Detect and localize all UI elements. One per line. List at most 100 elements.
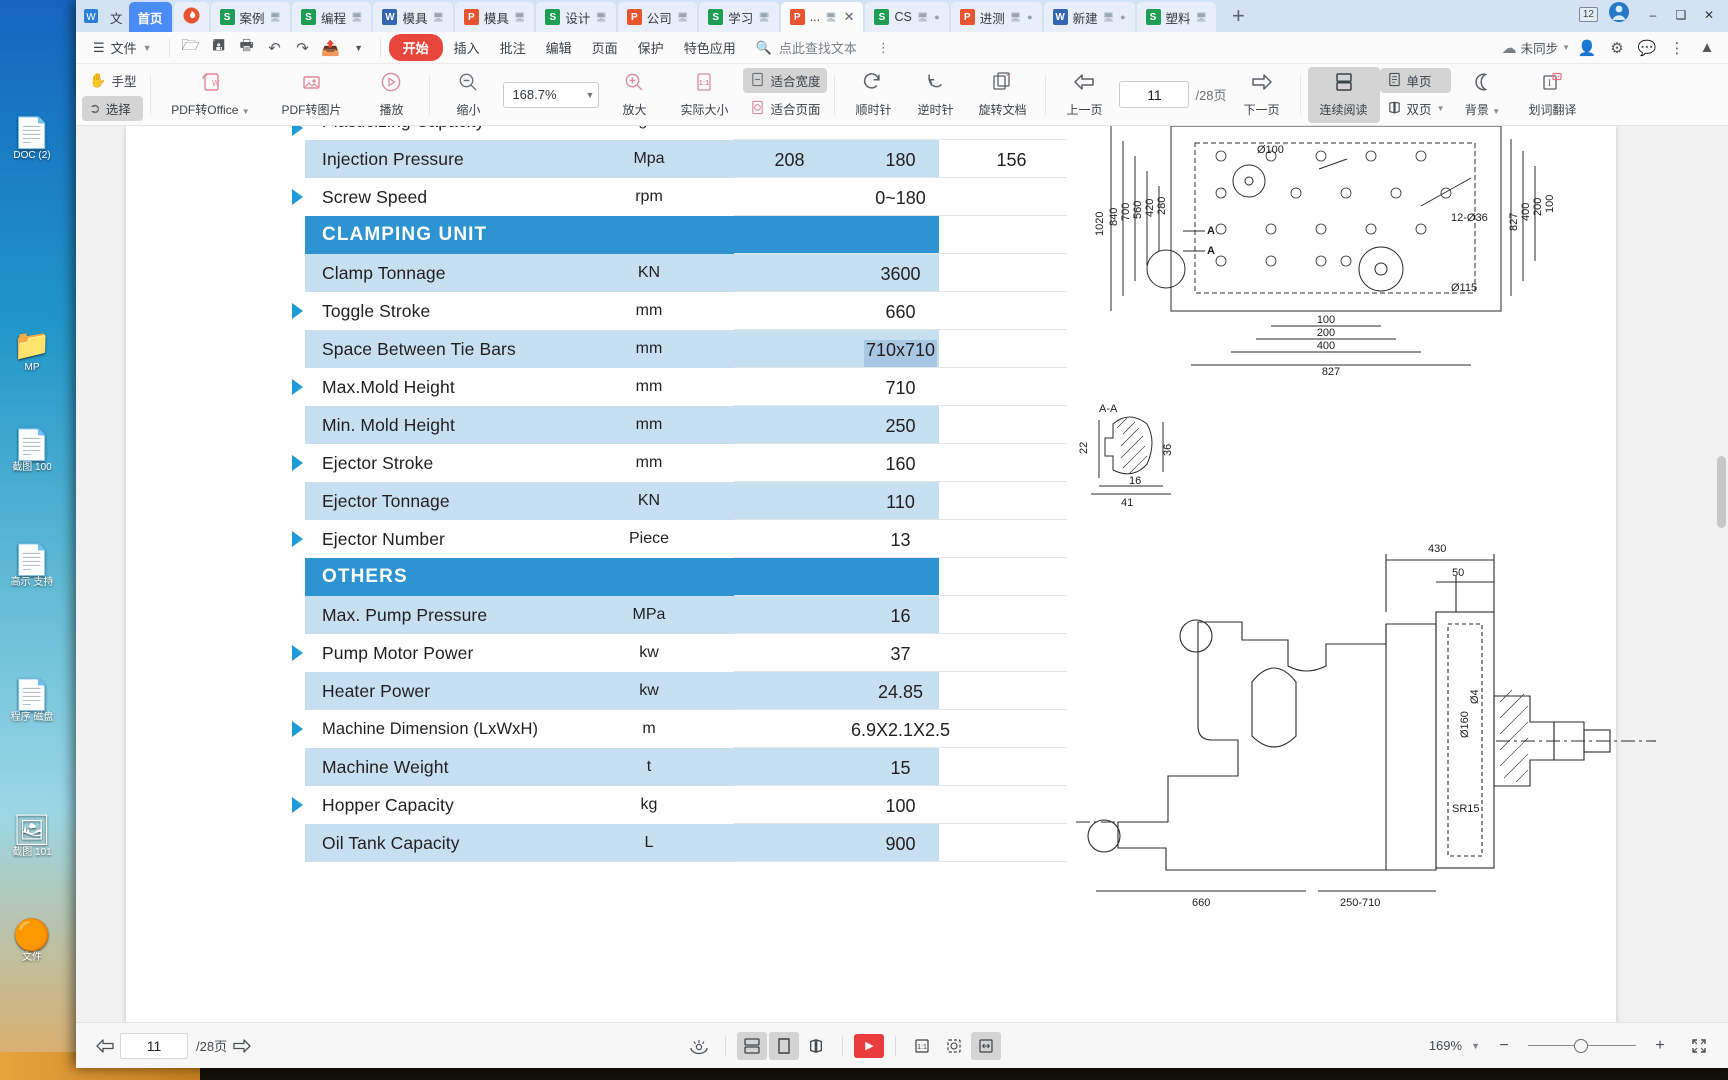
background-button[interactable]: 背景 ▼ bbox=[1451, 67, 1513, 123]
tab-edit[interactable]: 编辑 bbox=[537, 34, 581, 61]
rotate-cw-button[interactable]: 顺时针 bbox=[842, 67, 904, 123]
chevron-down-icon[interactable]: ▼ bbox=[346, 36, 372, 60]
gear-icon[interactable]: ⚙ bbox=[1604, 36, 1630, 60]
tab-count-badge[interactable]: 12 bbox=[1578, 7, 1598, 22]
continuous-view-icon[interactable] bbox=[737, 1031, 768, 1060]
open-folder-icon[interactable]: 🗁 bbox=[178, 36, 204, 60]
wps-logo-icon[interactable]: W bbox=[76, 0, 106, 32]
eye-protection-icon[interactable] bbox=[684, 1032, 714, 1060]
close-icon[interactable]: ✕ bbox=[844, 9, 855, 25]
sync-status-label[interactable]: 未同步 bbox=[1521, 38, 1559, 57]
double-page-icon[interactable] bbox=[801, 1032, 831, 1060]
pdf-icon: P bbox=[789, 9, 805, 25]
print-icon[interactable]: 🖶 bbox=[234, 36, 260, 60]
export-icon[interactable]: 📤 bbox=[318, 36, 344, 60]
desktop-icon[interactable]: 📄 程序 磁盘 bbox=[4, 680, 60, 724]
zoom-out-button[interactable]: − bbox=[1489, 1032, 1519, 1060]
tab-wps-label[interactable]: 文 bbox=[106, 2, 127, 32]
person-icon[interactable]: 👤 bbox=[1574, 36, 1600, 60]
rotate-ccw-button[interactable]: 逆时针 bbox=[904, 67, 966, 123]
desktop-icon[interactable]: 📄 截图 100 bbox=[4, 430, 60, 474]
desktop-icon[interactable]: 📁 MP bbox=[4, 330, 60, 374]
pdf-to-image-button[interactable]: PDF转图片 bbox=[262, 67, 360, 123]
maximize-button[interactable]: ❑ bbox=[1668, 4, 1694, 26]
desktop-icon[interactable]: 📄 DOC (2) bbox=[4, 118, 60, 162]
tab-featured-apps[interactable]: 特色应用 bbox=[675, 34, 745, 61]
tab-document-编程[interactable]: S 编程 🖥 bbox=[291, 2, 372, 32]
desktop-icon[interactable]: 🟠 文件 bbox=[4, 920, 60, 964]
tab-document-公司[interactable]: P 公司 🖥 bbox=[617, 2, 698, 32]
fit-page-icon[interactable] bbox=[939, 1032, 969, 1060]
fullscreen-icon[interactable] bbox=[1684, 1032, 1714, 1060]
tab-insert[interactable]: 插入 bbox=[445, 34, 489, 61]
tab-document-CS[interactable]: S CS 🖥 ● bbox=[865, 2, 949, 32]
tab-document-塑料[interactable]: S 塑料 🖥 bbox=[1136, 2, 1216, 32]
more-icon[interactable]: ⋮ bbox=[1664, 36, 1690, 60]
zoom-in-button[interactable]: + bbox=[1645, 1032, 1675, 1060]
desktop-icon[interactable]: 🖼 截图 101 bbox=[4, 815, 60, 859]
tab-document-active[interactable]: P ... 🖥 ✕ bbox=[780, 2, 864, 32]
document-viewport[interactable]: Plasticizing Capacity g/s Injection Pres… bbox=[76, 126, 1728, 1022]
search-input[interactable]: 🔍 点此查找文本 bbox=[747, 34, 866, 61]
next-page-button[interactable]: 下一页 bbox=[1231, 67, 1293, 123]
close-button[interactable]: ✕ bbox=[1696, 4, 1722, 26]
fit-width-icon[interactable] bbox=[971, 1031, 1002, 1060]
scrollbar-thumb[interactable] bbox=[1717, 456, 1726, 528]
document-tab-strip[interactable]: W 文 首页 S 案例 🖥 S 编程 🖥 W 模具 🖥 P 模具 🖥 S 设计 … bbox=[76, 0, 1728, 32]
redo-icon[interactable]: ↷ bbox=[290, 36, 316, 60]
page-number-input[interactable] bbox=[1119, 81, 1190, 108]
tab-pdf-flame[interactable] bbox=[173, 2, 209, 32]
tab-protect[interactable]: 保护 bbox=[629, 34, 673, 61]
tab-document-进测[interactable]: P 进测 🖥 ● bbox=[950, 2, 1042, 32]
zoom-level-select[interactable]: 168.7% ▼ bbox=[503, 81, 600, 108]
new-tab-button[interactable]: + bbox=[1218, 2, 1259, 32]
tab-page[interactable]: 页面 bbox=[583, 34, 627, 61]
zoom-in-button[interactable]: 放大 bbox=[603, 67, 665, 123]
continuous-read-button[interactable]: 连续阅读 bbox=[1307, 66, 1380, 123]
prev-page-button[interactable]: 上一页 bbox=[1053, 67, 1115, 123]
fit-page-button[interactable]: 适合页面 bbox=[743, 96, 827, 121]
zoom-out-button[interactable]: 缩小 bbox=[437, 67, 499, 123]
save-icon[interactable]: 🖪 bbox=[206, 36, 232, 60]
tab-home[interactable]: 首页 bbox=[128, 2, 172, 32]
play-button[interactable]: 播放 bbox=[360, 67, 422, 123]
hand-tool-button[interactable]: ✋ 手型 bbox=[82, 68, 143, 93]
tab-document-新建[interactable]: W 新建 🖥 ● bbox=[1043, 2, 1135, 32]
vertical-scrollbar[interactable] bbox=[1715, 126, 1728, 1022]
chevron-down-icon[interactable]: ▼ bbox=[1562, 43, 1570, 52]
tab-document-案例[interactable]: S 案例 🖥 bbox=[210, 2, 290, 32]
tab-document-设计[interactable]: S 设计 🖥 bbox=[536, 2, 616, 32]
file-menu-button[interactable]: ☰ 文件 ▼ bbox=[84, 34, 161, 61]
collapse-ribbon-icon[interactable]: ▲ bbox=[1694, 36, 1720, 60]
word-translate-button[interactable]: I 划词翻译 bbox=[1513, 67, 1591, 123]
actual-size-icon[interactable]: 1:1 bbox=[907, 1032, 937, 1060]
status-page-input[interactable] bbox=[120, 1032, 188, 1059]
single-page-button[interactable]: 单页 bbox=[1379, 68, 1452, 93]
tab-document-学习[interactable]: S 学习 🖥 bbox=[699, 2, 779, 32]
rotate-document-button[interactable]: 旋转文档 bbox=[966, 67, 1038, 123]
actual-size-button[interactable]: 1:1 实际大小 bbox=[665, 67, 743, 123]
fit-width-button[interactable]: 适合宽度 bbox=[743, 68, 828, 93]
feedback-icon[interactable]: 💬 bbox=[1634, 36, 1660, 60]
chevron-down-icon[interactable]: ▼ bbox=[1471, 1041, 1480, 1051]
avatar[interactable] bbox=[1608, 1, 1630, 28]
tab-document-模具-p[interactable]: P 模具 🖥 bbox=[454, 2, 535, 32]
minimize-button[interactable]: – bbox=[1640, 4, 1666, 26]
tab-document-模具-w[interactable]: W 模具 🖥 bbox=[373, 2, 453, 32]
prev-page-icon[interactable] bbox=[90, 1032, 120, 1060]
overflow-menu-icon[interactable]: ⋮ bbox=[868, 36, 899, 60]
zoom-slider[interactable] bbox=[1528, 1038, 1636, 1054]
next-page-icon[interactable] bbox=[227, 1032, 257, 1060]
slider-knob[interactable] bbox=[1574, 1038, 1588, 1053]
desktop-icon[interactable]: 📄 高示 支持 bbox=[4, 545, 60, 589]
tab-comment[interactable]: 批注 bbox=[491, 34, 535, 61]
selected-value-cell[interactable]: 710x710 bbox=[863, 340, 938, 367]
undo-icon[interactable]: ↶ bbox=[262, 36, 288, 60]
tab-start[interactable]: 开始 bbox=[388, 34, 443, 61]
select-tool-button[interactable]: ➲ 选择 bbox=[82, 96, 144, 121]
play-icon[interactable]: ▶ bbox=[854, 1033, 885, 1058]
double-page-button[interactable]: 双页 ▼ bbox=[1380, 96, 1452, 121]
zoom-percent-label[interactable]: 169% bbox=[1429, 1038, 1462, 1053]
pdf-to-office-button[interactable]: W PDF转Office ▼ bbox=[158, 67, 262, 123]
single-page-icon[interactable] bbox=[769, 1031, 800, 1060]
